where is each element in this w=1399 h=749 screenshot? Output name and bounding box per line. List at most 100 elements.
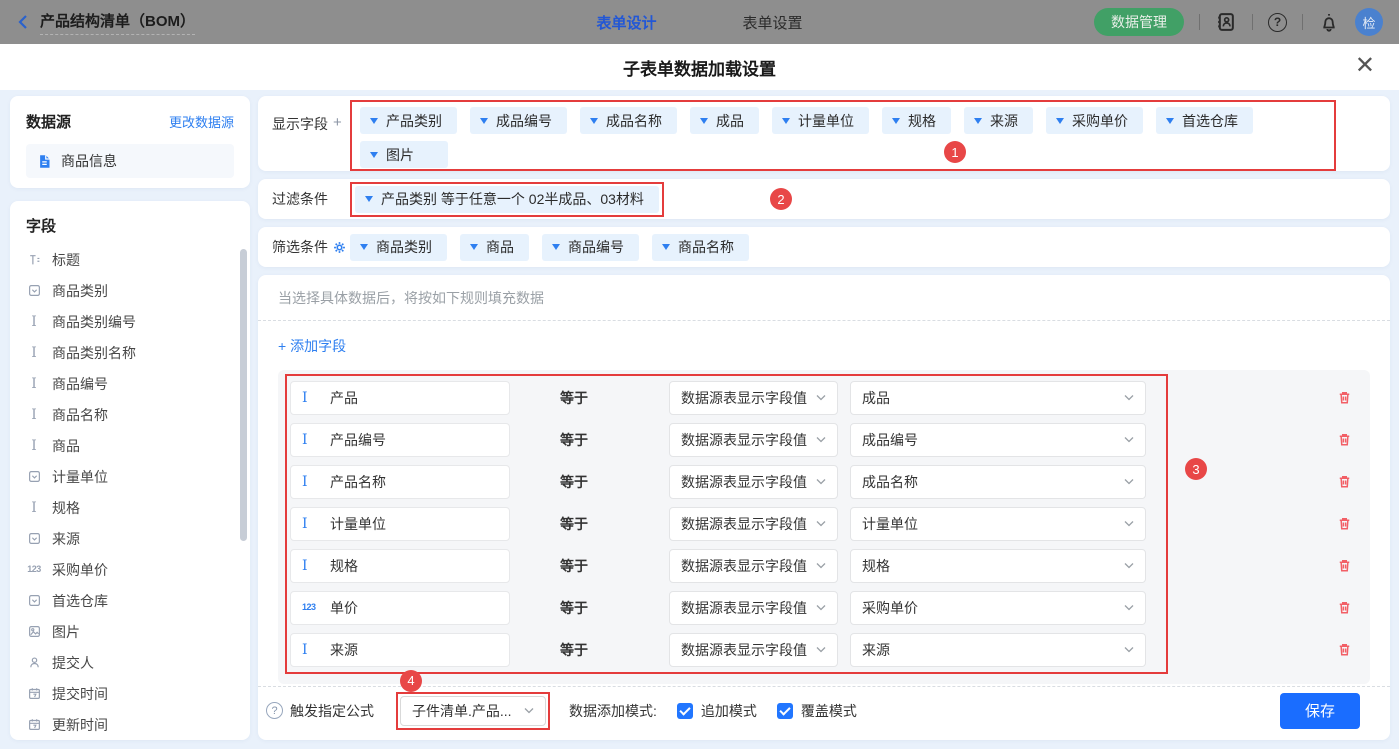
close-icon[interactable]: ✕ — [1355, 54, 1375, 78]
text-icon — [26, 377, 42, 391]
rule-source-select[interactable]: 数据源表显示字段值 — [669, 423, 838, 457]
rule-field-input[interactable]: 规格 — [290, 549, 510, 583]
scrollbar[interactable] — [240, 249, 247, 541]
screening-tag[interactable]: 商品编号 — [542, 234, 639, 261]
divider — [1252, 14, 1253, 30]
rule-value-select[interactable]: 成品编号 — [850, 423, 1146, 457]
trash-icon[interactable] — [1337, 642, 1352, 657]
field-item[interactable]: 首选仓库 — [26, 585, 240, 616]
field-item[interactable]: 商品类别名称 — [26, 337, 240, 368]
display-field-tag[interactable]: 产品类别 — [360, 107, 457, 134]
rule-source-select[interactable]: 数据源表显示字段值 — [669, 381, 838, 415]
gear-icon[interactable] — [333, 241, 346, 254]
display-field-tag[interactable]: 计量单位 — [772, 107, 869, 134]
rule-value-select[interactable]: 计量单位 — [850, 507, 1146, 541]
save-button[interactable]: 保存 — [1280, 693, 1360, 729]
field-item[interactable]: 采购单价 — [26, 554, 240, 585]
field-item[interactable]: 计量单位 — [26, 461, 240, 492]
field-item[interactable]: 提交时间 — [26, 678, 240, 709]
number-icon — [302, 603, 320, 612]
trash-icon[interactable] — [1337, 558, 1352, 573]
rule-value-select[interactable]: 来源 — [850, 633, 1146, 667]
change-datasource-link[interactable]: 更改数据源 — [169, 112, 234, 131]
field-item[interactable]: 规格 — [26, 492, 240, 523]
field-item[interactable]: 商品类别编号 — [26, 306, 240, 337]
checkbox-checked-icon[interactable] — [777, 703, 793, 719]
field-item[interactable]: 商品 — [26, 430, 240, 461]
tab-form-settings[interactable]: 表单设置 — [743, 12, 803, 33]
rule-value-select[interactable]: 采购单价 — [850, 591, 1146, 625]
field-item[interactable]: 商品名称 — [26, 399, 240, 430]
field-item[interactable]: 图片 — [26, 616, 240, 647]
trigger-formula-select[interactable]: 子件清单.产品... — [400, 696, 546, 726]
display-field-tag[interactable]: 规格 — [882, 107, 951, 134]
trigger-formula-label: 触发指定公式 — [290, 701, 374, 721]
add-field-link[interactable]: + 添加字段 — [258, 321, 1390, 368]
tag-label: 采购单价 — [1072, 111, 1128, 131]
trash-icon[interactable] — [1337, 432, 1352, 447]
field-item[interactable]: 提交人 — [26, 647, 240, 678]
display-field-tag[interactable]: 图片 — [360, 141, 448, 168]
dropdown-triangle-icon — [1166, 118, 1174, 124]
data-manage-button[interactable]: 数据管理 — [1094, 8, 1184, 36]
help-icon[interactable]: ? — [266, 702, 283, 719]
tab-form-design[interactable]: 表单设计 — [596, 12, 656, 33]
rule-row: 计量单位 等于 数据源表显示字段值 计量单位 — [290, 506, 1370, 541]
rule-source-select[interactable]: 数据源表显示字段值 — [669, 633, 838, 667]
rule-source-select[interactable]: 数据源表显示字段值 — [669, 507, 838, 541]
field-item[interactable]: 更新时间 — [26, 709, 240, 740]
display-field-tag[interactable]: 成品 — [690, 107, 759, 134]
checkbox-checked-icon[interactable] — [677, 703, 693, 719]
display-field-tag[interactable]: 首选仓库 — [1156, 107, 1253, 134]
field-item[interactable]: 来源 — [26, 523, 240, 554]
rule-row: 规格 等于 数据源表显示字段值 规格 — [290, 548, 1370, 583]
rule-field-input[interactable]: 产品 — [290, 381, 510, 415]
rule-value-select[interactable]: 规格 — [850, 549, 1146, 583]
screening-tag[interactable]: 商品类别 — [350, 234, 447, 261]
field-label: 计量单位 — [52, 467, 108, 487]
filter-condition-tag[interactable]: 产品类别 等于任意一个 02半成品、03材料 — [355, 186, 659, 213]
trash-icon[interactable] — [1337, 516, 1352, 531]
add-display-field-button[interactable]: + — [333, 114, 342, 131]
trash-icon[interactable] — [1337, 600, 1352, 615]
display-field-tag[interactable]: 采购单价 — [1046, 107, 1143, 134]
field-label: 标题 — [52, 250, 80, 270]
datasource-item-label: 商品信息 — [61, 151, 117, 171]
rule-field-input[interactable]: 产品编号 — [290, 423, 510, 457]
display-field-tag[interactable]: 成品名称 — [580, 107, 677, 134]
field-item[interactable]: 商品编号 — [26, 368, 240, 399]
screening-tag[interactable]: 商品 — [460, 234, 529, 261]
trash-icon[interactable] — [1337, 390, 1352, 405]
field-item[interactable]: 商品类别 — [26, 275, 240, 306]
dropdown-triangle-icon — [590, 118, 598, 124]
rule-source-select[interactable]: 数据源表显示字段值 — [669, 465, 838, 499]
tag-label: 成品编号 — [496, 111, 552, 131]
rule-field-input[interactable]: 产品名称 — [290, 465, 510, 499]
rule-source-select[interactable]: 数据源表显示字段值 — [669, 591, 838, 625]
rule-value-select[interactable]: 成品名称 — [850, 465, 1146, 499]
rule-field-name: 来源 — [330, 640, 358, 660]
bell-icon[interactable] — [1318, 11, 1340, 33]
help-icon[interactable]: ? — [1268, 13, 1287, 32]
address-book-icon[interactable] — [1215, 11, 1237, 33]
display-field-tag[interactable]: 成品编号 — [470, 107, 567, 134]
screening-section: 筛选条件 商品类别 商品 商品编号 商品名称 — [258, 227, 1390, 267]
overwrite-mode-checkbox-group[interactable]: 覆盖模式 — [777, 701, 857, 721]
rule-source-value: 数据源表显示字段值 — [681, 556, 807, 576]
field-item[interactable]: 标题 — [26, 244, 240, 275]
avatar[interactable]: 检 — [1355, 8, 1383, 36]
rule-field-input[interactable]: 来源 — [290, 633, 510, 667]
rule-field-input[interactable]: 计量单位 — [290, 507, 510, 541]
divider — [1302, 14, 1303, 30]
image-icon — [26, 625, 42, 638]
rule-value-select[interactable]: 成品 — [850, 381, 1146, 415]
screening-tag[interactable]: 商品名称 — [652, 234, 749, 261]
trash-icon[interactable] — [1337, 474, 1352, 489]
append-mode-checkbox-group[interactable]: 追加模式 — [677, 701, 757, 721]
annotation-badge-2: 2 — [770, 188, 792, 210]
rule-field-input[interactable]: 单价 — [290, 591, 510, 625]
datasource-item[interactable]: 商品信息 — [26, 144, 234, 178]
rule-source-select[interactable]: 数据源表显示字段值 — [669, 549, 838, 583]
display-field-tag[interactable]: 来源 — [964, 107, 1033, 134]
tag-label: 商品名称 — [678, 237, 734, 257]
